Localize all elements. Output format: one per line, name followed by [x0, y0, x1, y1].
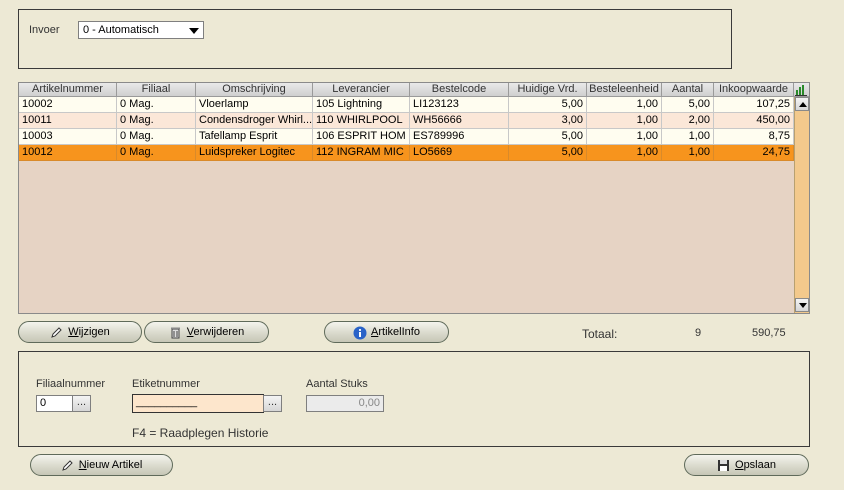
filiaalnummer-lookup-button[interactable]: ...: [72, 395, 91, 412]
table-cell: 8,75: [714, 129, 794, 145]
table-cell: 106 ESPRIT HOM: [313, 129, 410, 145]
table-row[interactable]: 10002 0 Mag. Vloerlamp 105 Lightning LI12312…: [19, 97, 794, 113]
table-cell: 1,00: [587, 97, 662, 113]
table-cell: 1,00: [662, 129, 714, 145]
table-cell: 112 INGRAM MIC: [313, 145, 410, 161]
scroll-down-button[interactable]: [795, 298, 809, 312]
pencil-icon: [61, 459, 74, 472]
table-cell: 5,00: [509, 145, 587, 161]
totaal-count: 9: [695, 327, 702, 339]
etiketnummer-input[interactable]: __________: [132, 394, 264, 413]
invoer-select-value: 0 - Automatisch: [83, 24, 159, 36]
table-cell: 10002: [19, 97, 117, 113]
column-header[interactable]: Artikelnummer: [19, 83, 117, 97]
table-cell: 0 Mag.: [117, 97, 196, 113]
nieuw-label: ieuw Artikel: [86, 459, 143, 471]
wijzigen-button[interactable]: Wijzigen: [18, 321, 142, 343]
aantal-stuks-label: Aantal Stuks: [306, 378, 368, 390]
column-header[interactable]: Aantal: [662, 83, 714, 97]
table-row[interactable]: 10012 0 Mag. Luidspreker Logitec 112 INGRAM…: [19, 145, 794, 161]
column-header[interactable]: Leverancier: [313, 83, 410, 97]
pencil-icon: [50, 326, 63, 339]
table-cell: 1,00: [662, 145, 714, 161]
table-cell: 5,00: [662, 97, 714, 113]
table-cell: 5,00: [509, 97, 587, 113]
opslaan-accel: O: [735, 459, 744, 471]
opslaan-button[interactable]: Opslaan: [684, 454, 809, 476]
grid-vertical-scrollbar[interactable]: [794, 97, 809, 313]
table-cell: 1,00: [587, 129, 662, 145]
column-chooser-icon[interactable]: [794, 83, 809, 97]
entry-panel: Filiaalnummer 0 ... Etiketnummer _______…: [18, 351, 810, 447]
table-cell: 2,00: [662, 113, 714, 129]
invoer-panel: Invoer 0 - Automatisch: [18, 9, 732, 69]
table-cell: Luidspreker Logitec: [196, 145, 313, 161]
table-cell: Tafellamp Esprit: [196, 129, 313, 145]
aantal-stuks-input: 0,00: [306, 395, 384, 412]
filiaalnummer-label: Filiaalnummer: [36, 378, 106, 390]
article-grid[interactable]: Artikelnummer Filiaal Omschrijving Leveranc…: [18, 82, 810, 314]
table-cell: Condensdroger Whirl...: [196, 113, 313, 129]
column-header[interactable]: Filiaal: [117, 83, 196, 97]
table-cell: 10003: [19, 129, 117, 145]
invoer-label: Invoer: [29, 24, 60, 36]
etiketnummer-label: Etiketnummer: [132, 378, 200, 390]
arrow-down-icon: [799, 303, 807, 308]
table-cell: 10012: [19, 145, 117, 161]
table-cell: 1,00: [587, 113, 662, 129]
column-header[interactable]: Omschrijving: [196, 83, 313, 97]
scroll-up-button[interactable]: [795, 97, 809, 111]
table-row[interactable]: 10011 0 Mag. Condensdroger Whirl... 110 WHI…: [19, 113, 794, 129]
table-cell: LI123123: [410, 97, 509, 113]
info-icon: [353, 326, 367, 339]
totaal-sum: 590,75: [752, 327, 786, 339]
table-cell: 0 Mag.: [117, 113, 196, 129]
nieuw-artikel-button[interactable]: Nieuw Artikel: [30, 454, 173, 476]
totaal-label: Totaal:: [582, 327, 618, 341]
verwijderen-button[interactable]: Verwijderen: [144, 321, 269, 343]
table-cell: 110 WHIRLPOOL: [313, 113, 410, 129]
table-cell: WH56666: [410, 113, 509, 129]
verwijderen-label: erwijderen: [193, 326, 245, 338]
table-cell: 107,25: [714, 97, 794, 113]
chevron-down-icon[interactable]: [189, 28, 199, 34]
artikelinfo-label: rtikelInfo: [378, 326, 420, 338]
arrow-up-icon: [799, 102, 807, 107]
table-cell: 105 Lightning: [313, 97, 410, 113]
etiketnummer-lookup-button[interactable]: ...: [263, 395, 282, 412]
trash-icon: [169, 326, 182, 339]
column-header[interactable]: Bestelcode: [410, 83, 509, 97]
column-header[interactable]: Inkoopwaarde: [714, 83, 794, 97]
wijzigen-accel: W: [68, 326, 79, 338]
floppy-disk-icon: [717, 459, 730, 472]
table-cell: 1,00: [587, 145, 662, 161]
column-header[interactable]: Huidige Vrd.: [509, 83, 587, 97]
nieuw-accel: N: [78, 459, 87, 471]
filiaalnummer-input[interactable]: 0: [36, 395, 73, 412]
table-cell: 450,00: [714, 113, 794, 129]
table-cell: 0 Mag.: [117, 145, 196, 161]
f4-hint: F4 = Raadplegen Historie: [132, 426, 269, 440]
table-cell: 5,00: [509, 129, 587, 145]
table-cell: 0 Mag.: [117, 129, 196, 145]
table-row[interactable]: 10003 0 Mag. Tafellamp Esprit 106 ESPRIT HO…: [19, 129, 794, 145]
table-cell: Vloerlamp: [196, 97, 313, 113]
table-cell: LO5669: [410, 145, 509, 161]
table-cell: 10011: [19, 113, 117, 129]
invoer-select[interactable]: 0 - Automatisch: [78, 21, 204, 39]
wijzigen-label: ijzigen: [78, 326, 110, 338]
table-cell: ES789996: [410, 129, 509, 145]
opslaan-label: pslaan: [743, 459, 776, 471]
table-cell: 24,75: [714, 145, 794, 161]
column-header[interactable]: Besteleenheid: [587, 83, 662, 97]
table-cell: 3,00: [509, 113, 587, 129]
artikelinfo-button[interactable]: ArtikelInfo: [324, 321, 449, 343]
